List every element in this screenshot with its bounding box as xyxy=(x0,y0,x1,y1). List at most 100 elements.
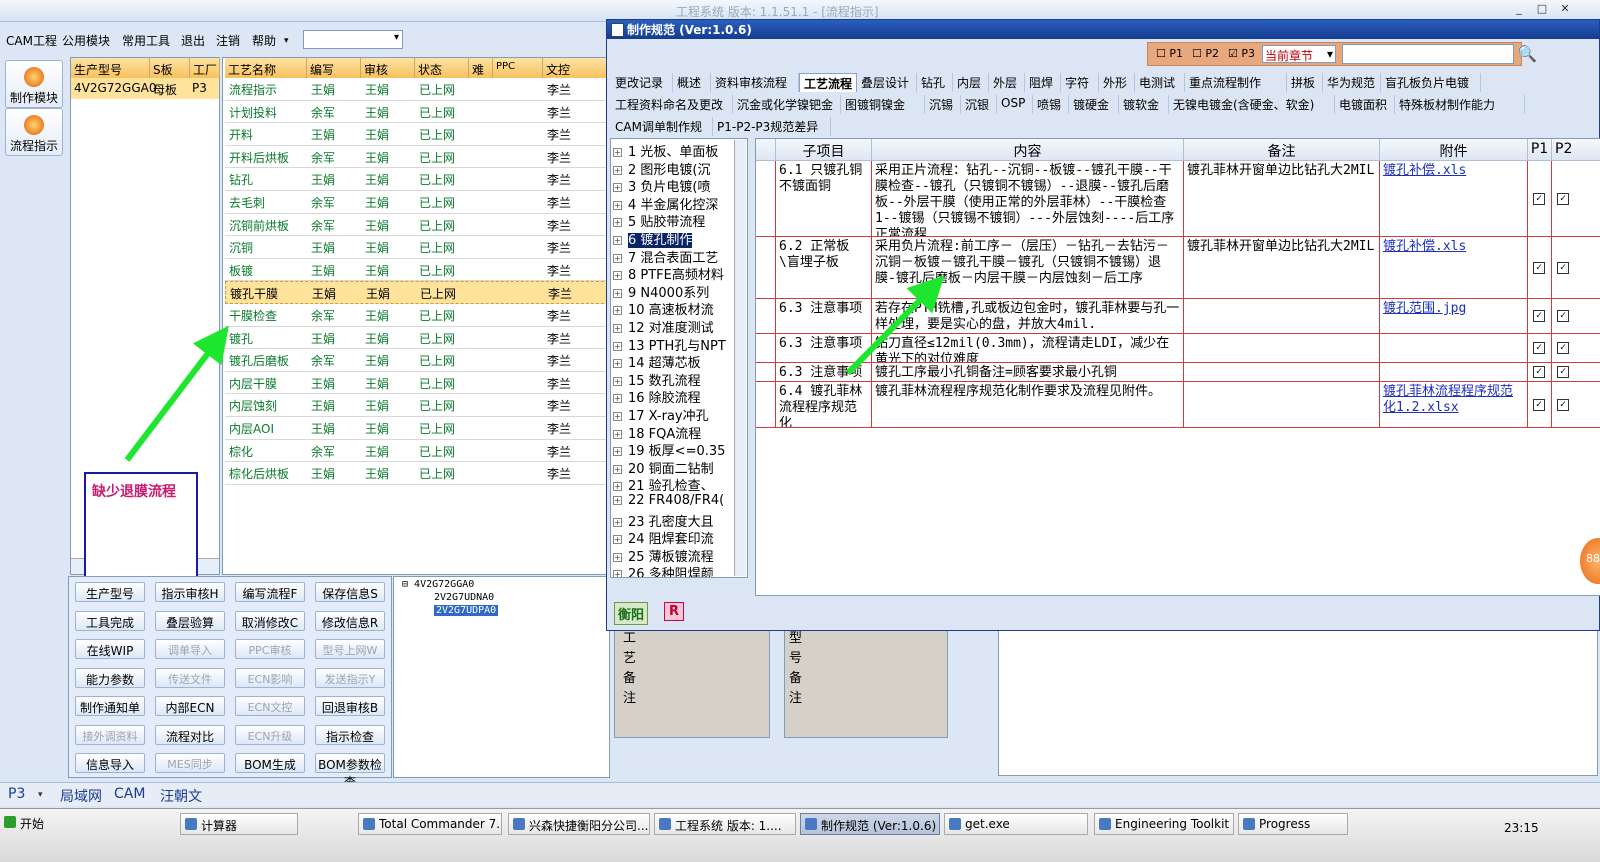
chapter-item[interactable]: +2 图形电镀(沉 xyxy=(613,159,710,178)
action-button[interactable]: 流程对比 xyxy=(155,724,225,745)
menu-dropdown-icon[interactable]: ▾ xyxy=(284,36,289,46)
process-row[interactable]: 干膜检查 余军 王娟 已上网 李兰 xyxy=(225,304,609,327)
tab[interactable]: 盲孔板负片电镀 xyxy=(1381,73,1481,92)
chapter-item[interactable]: +7 混合表面工艺 xyxy=(613,247,718,266)
tab[interactable]: 沉金或化学镍钯金 xyxy=(733,95,841,114)
chapter-item[interactable]: +13 PTH孔与NPT xyxy=(613,335,726,354)
detail-attachment-link[interactable]: 镀孔范围.jpg xyxy=(1380,299,1528,333)
action-button[interactable]: 取消修改C xyxy=(235,610,305,631)
tab[interactable]: 概述 xyxy=(673,73,711,92)
expand-icon[interactable]: + xyxy=(613,552,622,562)
action-button[interactable]: 叠层验算 xyxy=(155,610,225,631)
filter-p1[interactable]: ☐ P1 xyxy=(1156,47,1183,60)
col-proc-name[interactable]: 工艺名称 xyxy=(225,58,307,78)
col-p2[interactable]: P2 xyxy=(1552,139,1600,161)
search-icon[interactable]: 🔍 xyxy=(1517,44,1537,63)
taskbar-button[interactable]: Total Commander 7.0 ... xyxy=(358,813,502,835)
action-button[interactable]: 发送指示Y xyxy=(315,667,385,688)
expand-icon[interactable]: + xyxy=(613,482,622,492)
tab[interactable]: 华为规范 xyxy=(1323,73,1381,92)
p1-checkbox[interactable]: ✓ xyxy=(1533,342,1545,354)
chapter-select[interactable]: 当前章节 ▾ xyxy=(1262,45,1336,63)
tab[interactable]: 喷锡 xyxy=(1033,95,1069,114)
chapter-item[interactable]: +6 镀孔制作 xyxy=(613,229,693,248)
expand-icon[interactable]: + xyxy=(613,183,622,193)
chapter-item[interactable]: +18 FQA流程 xyxy=(613,423,701,442)
action-button[interactable]: 型号上网W xyxy=(315,639,385,659)
taskbar-button[interactable]: Engineering Toolkit 9.... xyxy=(1094,813,1234,835)
chapter-item[interactable]: +5 贴胶带流程 xyxy=(613,211,705,230)
expand-icon[interactable]: + xyxy=(613,271,622,281)
menu-public[interactable]: 公用模块 xyxy=(62,32,110,49)
menu-cam[interactable]: CAM工程 xyxy=(6,32,57,49)
tab[interactable]: OSP xyxy=(997,95,1033,114)
tab[interactable]: P1-P2-P3规范差异 xyxy=(713,117,831,136)
tab[interactable]: 工程资料命名及更改 xyxy=(611,95,733,114)
col-writer[interactable]: 编写 xyxy=(307,58,361,78)
product-row[interactable]: 4V2G72GGA0 母板 P3 xyxy=(71,78,219,99)
chapter-item[interactable]: +15 数孔流程 xyxy=(613,370,701,389)
process-row[interactable]: 内层蚀刻 王娟 王娟 已上网 李兰 xyxy=(225,394,609,417)
taskbar-button[interactable]: 计算器 xyxy=(180,813,298,835)
tab[interactable]: 特殊板材制作能力 xyxy=(1395,95,1525,114)
tab[interactable]: 图镀铜镍金 xyxy=(841,95,925,114)
process-row[interactable]: 内层AOI 王娟 王娟 已上网 李兰 xyxy=(225,417,609,440)
filter-p3[interactable]: ☑ P3 xyxy=(1228,47,1255,60)
col-attachment[interactable]: 附件 xyxy=(1380,139,1528,161)
col-reviewer[interactable]: 审核 xyxy=(361,58,415,78)
action-button[interactable]: 内部ECN xyxy=(155,696,225,716)
tab[interactable]: 沉银 xyxy=(961,95,997,114)
menu-logout[interactable]: 注销 xyxy=(216,32,240,49)
detail-attachment-link[interactable]: 镀孔补偿.xls xyxy=(1380,161,1528,236)
model-remark-box[interactable]: 型号备注 xyxy=(784,628,948,738)
taskbar-button[interactable]: 工程系统 版本: 1.... xyxy=(654,813,796,835)
detail-row[interactable]: 6.4 镀孔菲林流程程序规范化 镀孔菲林流程程序规范化制作要求及流程见附件。 镀孔菲… xyxy=(756,382,1600,428)
process-row[interactable]: 棕化 余军 王娟 已上网 李兰 xyxy=(225,440,609,463)
tab[interactable]: 电镀面积 xyxy=(1335,95,1395,114)
process-row[interactable]: 流程指示 王娟 王娟 已上网 李兰 xyxy=(225,78,609,101)
process-row[interactable]: 沉铜前烘板 余军 王娟 已上网 李兰 xyxy=(225,214,609,237)
tab[interactable]: 外层 xyxy=(989,73,1025,92)
chapter-item[interactable]: +3 负片电镀(喷 xyxy=(613,176,710,195)
expand-icon[interactable]: + xyxy=(613,517,622,527)
taskbar-button[interactable]: 兴森快捷衡阳分公司... xyxy=(508,813,650,835)
tab[interactable]: 电测试 xyxy=(1135,73,1185,92)
col-difficulty[interactable]: 难 xyxy=(469,58,493,78)
process-row[interactable]: 钻孔 王娟 王娟 已上网 李兰 xyxy=(225,168,609,191)
p2-checkbox[interactable]: ✓ xyxy=(1557,261,1569,274)
tab[interactable]: 内层 xyxy=(953,73,989,92)
process-row[interactable]: 板镀 王娟 王娟 已上网 李兰 xyxy=(225,259,609,282)
process-row[interactable]: 开料后烘板 余军 王娟 已上网 李兰 xyxy=(225,146,609,169)
detail-row[interactable]: 6.2 正常板\盲埋子板 采用负片流程:前工序－（层压）－钻孔－去钻污－沉铜－板镀… xyxy=(756,237,1600,299)
expand-icon[interactable]: + xyxy=(613,429,622,439)
taskbar-button[interactable]: 制作规范 (Ver:1.0.6) xyxy=(800,813,940,835)
status-p3-dropdown-icon[interactable]: ▾ xyxy=(38,790,43,800)
tab[interactable]: 重点流程制作 xyxy=(1185,73,1287,92)
detail-attachment-link[interactable] xyxy=(1380,363,1528,381)
action-button[interactable]: 在线WIP xyxy=(75,639,145,659)
chapter-item[interactable]: +20 铜面二钻制 xyxy=(613,458,714,477)
chapter-scrollbar[interactable] xyxy=(734,140,746,576)
chapter-item[interactable]: +1 光板、单面板 xyxy=(613,141,718,160)
chapter-item[interactable]: +8 PTFE高频材料 xyxy=(613,264,724,283)
expand-icon[interactable]: + xyxy=(613,341,622,351)
tab[interactable]: 镀硬金 xyxy=(1069,95,1119,114)
tab[interactable]: 字符 xyxy=(1061,73,1099,92)
tab[interactable]: 阻焊 xyxy=(1025,73,1061,92)
menu-exit[interactable]: 退出 xyxy=(181,32,205,49)
expand-icon[interactable]: + xyxy=(613,570,622,577)
p1-checkbox[interactable]: ✓ xyxy=(1533,192,1545,205)
action-button[interactable]: BOM参数检查 xyxy=(315,753,385,789)
action-button[interactable]: 保存信息S xyxy=(315,582,385,602)
action-button[interactable]: 接外调资料 xyxy=(75,724,145,745)
process-row[interactable]: 去毛刺 余军 王娟 已上网 李兰 xyxy=(225,191,609,214)
expand-icon[interactable]: + xyxy=(613,464,622,474)
col-doc-ctrl[interactable]: 文控 xyxy=(543,58,609,78)
detail-row[interactable]: 6.1 只镀孔铜不镀面铜 采用正片流程：钻孔--沉铜--板镀--镀孔干膜--干膜检… xyxy=(756,161,1600,237)
tab[interactable]: 更改记录 xyxy=(611,73,673,92)
expand-icon[interactable]: + xyxy=(613,236,622,245)
expand-icon[interactable]: + xyxy=(613,535,622,545)
action-button[interactable]: ECN文控 xyxy=(235,696,305,716)
tab[interactable]: 工艺流程 xyxy=(799,73,857,92)
detail-row[interactable]: 6.3 注意事项 镀孔工序最小孔铜备注=顾客要求最小孔铜 ✓ ✓ xyxy=(756,363,1600,382)
